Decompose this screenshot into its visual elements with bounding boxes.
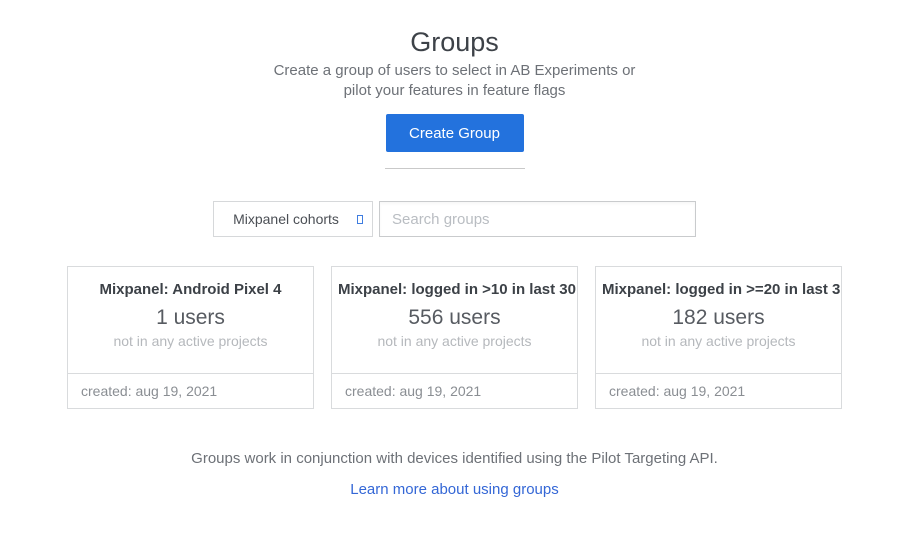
group-card-title: Mixpanel: logged in >=20 in last 30... — [596, 281, 841, 299]
group-card-users-count: 556 users — [332, 306, 577, 330]
page-subtitle: Create a group of users to select in AB … — [0, 61, 909, 101]
group-card-title: Mixpanel: logged in >10 in last 30 ... — [332, 281, 577, 299]
group-card-body: Mixpanel: Android Pixel 4 1 users not in… — [68, 267, 313, 373]
groups-page: Groups Create a group of users to select… — [0, 0, 909, 500]
group-card[interactable]: Mixpanel: logged in >10 in last 30 ... 5… — [331, 266, 578, 409]
group-card-status: not in any active projects — [596, 332, 841, 350]
footer-info-text: Groups work in conjunction with devices … — [0, 449, 909, 469]
group-card-title: Mixpanel: Android Pixel 4 — [68, 281, 313, 299]
group-card[interactable]: Mixpanel: logged in >=20 in last 30... 1… — [595, 266, 842, 409]
page-title: Groups — [0, 27, 909, 57]
group-card-created: created: aug 19, 2021 — [332, 373, 577, 408]
filter-row: Mixpanel cohorts — [0, 201, 909, 237]
page-subtitle-line2: pilot your features in feature flags — [0, 81, 909, 101]
cohort-source-select[interactable]: Mixpanel cohorts — [213, 201, 373, 237]
group-card-status: not in any active projects — [68, 332, 313, 350]
group-card-created: created: aug 19, 2021 — [596, 373, 841, 408]
group-card-body: Mixpanel: logged in >10 in last 30 ... 5… — [332, 267, 577, 373]
page-subtitle-line1: Create a group of users to select in AB … — [0, 61, 909, 81]
group-card-created: created: aug 19, 2021 — [68, 373, 313, 408]
group-card-status: not in any active projects — [332, 332, 577, 350]
search-groups-input[interactable] — [379, 201, 696, 237]
group-card-body: Mixpanel: logged in >=20 in last 30... 1… — [596, 267, 841, 373]
create-group-button[interactable]: Create Group — [386, 114, 524, 152]
group-card-users-count: 182 users — [596, 306, 841, 330]
group-cards-row: Mixpanel: Android Pixel 4 1 users not in… — [0, 266, 909, 409]
missing-glyph-icon — [357, 215, 363, 224]
cohort-source-select-value: Mixpanel cohorts — [233, 211, 339, 227]
section-divider — [385, 168, 525, 169]
group-card[interactable]: Mixpanel: Android Pixel 4 1 users not in… — [67, 266, 314, 409]
learn-more-link[interactable]: Learn more about using groups — [350, 480, 558, 500]
group-card-users-count: 1 users — [68, 306, 313, 330]
